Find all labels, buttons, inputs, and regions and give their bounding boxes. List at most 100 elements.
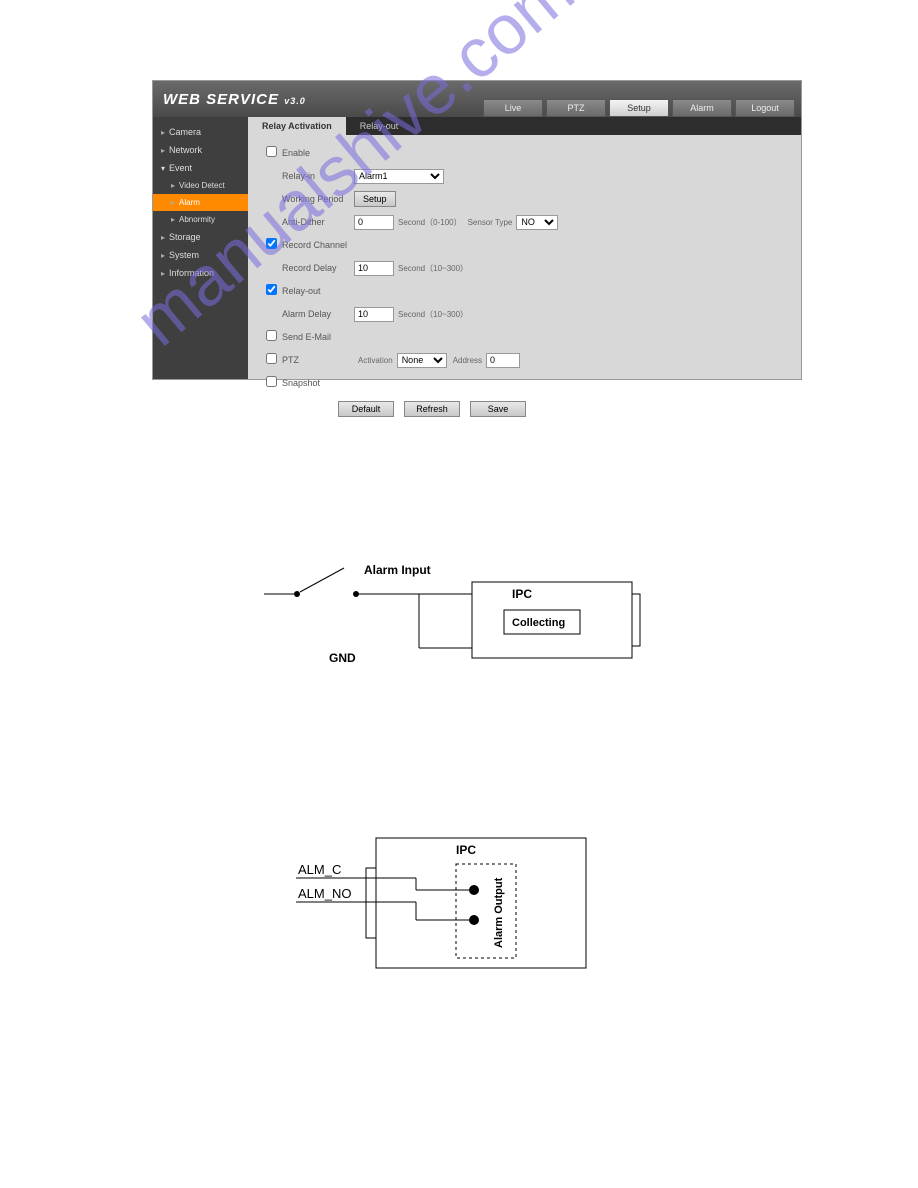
anti-dither-label: Anti-Dither	[282, 217, 354, 227]
chevron-right-icon: ▸	[161, 233, 165, 242]
row-anti-dither: Anti-Dither Second（0-100） Sensor Type NO	[266, 214, 789, 230]
relay-out-label: Relay-out	[282, 286, 354, 296]
tab-bar: Relay Activation Relay-out	[248, 117, 801, 135]
action-buttons: Default Refresh Save	[338, 401, 789, 417]
app-body: ▸ Camera ▸ Network ▾ Event ▸ Video Detect ▸ A…	[153, 117, 801, 379]
record-delay-label: Record Delay	[282, 263, 354, 273]
chevron-right-icon: ▸	[161, 251, 165, 260]
chevron-right-icon: ▸	[171, 181, 175, 190]
top-nav: Live PTZ Setup Alarm Logout	[483, 99, 795, 117]
sidebar-item-video-detect[interactable]: ▸ Video Detect	[153, 177, 248, 194]
snapshot-label: Snapshot	[282, 378, 354, 388]
sidebar-item-label: Network	[169, 145, 202, 155]
tab-relay-out[interactable]: Relay-out	[346, 117, 413, 135]
chevron-right-icon: ▸	[161, 269, 165, 278]
content-panel: Relay Activation Relay-out Enable Relay-…	[248, 117, 801, 379]
row-working-period: Working Period Setup	[266, 191, 789, 207]
activation-select[interactable]: None	[397, 353, 447, 368]
sidebar-item-abnormity[interactable]: ▸ Abnormity	[153, 211, 248, 228]
chevron-right-icon: ▸	[161, 146, 165, 155]
alarm-delay-input[interactable]	[354, 307, 394, 322]
nav-alarm[interactable]: Alarm	[672, 99, 732, 117]
enable-label: Enable	[282, 148, 354, 158]
sidebar-item-storage[interactable]: ▸ Storage	[153, 228, 248, 246]
diagram-alarm-output: IPC ALM_C ALM_NO Alarm Output	[296, 830, 656, 980]
address-input[interactable]	[486, 353, 520, 368]
sensor-type-select[interactable]: NO	[516, 215, 558, 230]
app-logo: WEB SERVICE v3.0	[163, 91, 306, 108]
record-channel-checkbox[interactable]	[266, 238, 277, 249]
sidebar-item-label: Event	[169, 163, 192, 173]
sidebar-item-label: Storage	[169, 232, 201, 242]
text-alarm-input: Alarm Input	[364, 563, 431, 577]
alarm-delay-label: Alarm Delay	[282, 309, 354, 319]
refresh-button[interactable]: Refresh	[404, 401, 460, 417]
text-alm-c: ALM_C	[298, 862, 341, 877]
text-ipc: IPC	[512, 587, 532, 601]
nav-ptz[interactable]: PTZ	[546, 99, 606, 117]
sidebar-item-event[interactable]: ▾ Event	[153, 159, 248, 177]
enable-checkbox[interactable]	[266, 146, 277, 157]
record-delay-input[interactable]	[354, 261, 394, 276]
row-relay-in: Relay-in Alarm1	[266, 168, 789, 184]
relay-out-checkbox[interactable]	[266, 284, 277, 295]
sidebar-item-label: Abnormity	[179, 215, 215, 224]
save-button[interactable]: Save	[470, 401, 526, 417]
sidebar-item-information[interactable]: ▸ Information	[153, 264, 248, 282]
logo-version: v3.0	[284, 96, 306, 106]
text-alarm-output: Alarm Output	[493, 877, 505, 948]
record-delay-unit: Second（10~300）	[398, 263, 468, 274]
row-ptz: PTZ Activation None Address	[266, 352, 789, 368]
default-button[interactable]: Default	[338, 401, 394, 417]
row-record-channel: Record Channel	[266, 237, 789, 253]
row-snapshot: Snapshot	[266, 375, 789, 391]
app-header: WEB SERVICE v3.0 Live PTZ Setup Alarm Lo…	[153, 81, 801, 117]
row-record-delay: Record Delay Second（10~300）	[266, 260, 789, 276]
relay-in-select[interactable]: Alarm1	[354, 169, 444, 184]
sidebar-item-label: Video Detect	[179, 181, 225, 190]
sidebar-item-network[interactable]: ▸ Network	[153, 141, 248, 159]
anti-dither-unit: Second（0-100）	[398, 217, 462, 228]
sensor-type-label: Sensor Type	[468, 218, 513, 227]
sidebar-item-label: Camera	[169, 127, 201, 137]
snapshot-checkbox[interactable]	[266, 376, 277, 387]
ptz-checkbox[interactable]	[266, 353, 277, 364]
activation-label: Activation	[358, 356, 393, 365]
sidebar-item-system[interactable]: ▸ System	[153, 246, 248, 264]
row-alarm-delay: Alarm Delay Second（10~300）	[266, 306, 789, 322]
nav-live[interactable]: Live	[483, 99, 543, 117]
setup-button[interactable]: Setup	[354, 191, 396, 207]
relay-in-label: Relay-in	[282, 171, 354, 181]
sidebar-item-alarm[interactable]: ▸ Alarm	[153, 194, 248, 211]
alarm-delay-unit: Second（10~300）	[398, 309, 468, 320]
form: Enable Relay-in Alarm1 Working Period Se…	[248, 135, 801, 427]
anti-dither-input[interactable]	[354, 215, 394, 230]
record-channel-label: Record Channel	[282, 240, 354, 250]
text-gnd: GND	[329, 651, 356, 665]
tab-relay-activation[interactable]: Relay Activation	[248, 117, 346, 135]
working-period-label: Working Period	[282, 194, 354, 204]
text-ipc-2: IPC	[456, 843, 476, 857]
sidebar-item-camera[interactable]: ▸ Camera	[153, 123, 248, 141]
chevron-down-icon: ▾	[161, 164, 165, 173]
chevron-right-icon: ▸	[171, 198, 175, 207]
address-label: Address	[453, 356, 482, 365]
nav-setup[interactable]: Setup	[609, 99, 669, 117]
send-email-label: Send E-Mail	[282, 332, 354, 342]
logo-main: WEB SERVICE	[163, 91, 279, 108]
sidebar: ▸ Camera ▸ Network ▾ Event ▸ Video Detect ▸ A…	[153, 117, 248, 379]
row-enable: Enable	[266, 145, 789, 161]
nav-logout[interactable]: Logout	[735, 99, 795, 117]
text-collecting: Collecting	[512, 617, 565, 629]
sidebar-item-label: Information	[169, 268, 214, 278]
send-email-checkbox[interactable]	[266, 330, 277, 341]
sidebar-item-label: System	[169, 250, 199, 260]
chevron-right-icon: ▸	[161, 128, 165, 137]
sidebar-item-label: Alarm	[179, 198, 200, 207]
chevron-right-icon: ▸	[171, 215, 175, 224]
text-alm-no: ALM_NO	[298, 886, 351, 901]
diagram-alarm-input: Alarm Input GND IPC Collecting	[264, 558, 644, 678]
row-relay-out: Relay-out	[266, 283, 789, 299]
ptz-label: PTZ	[282, 355, 354, 365]
row-send-email: Send E-Mail	[266, 329, 789, 345]
